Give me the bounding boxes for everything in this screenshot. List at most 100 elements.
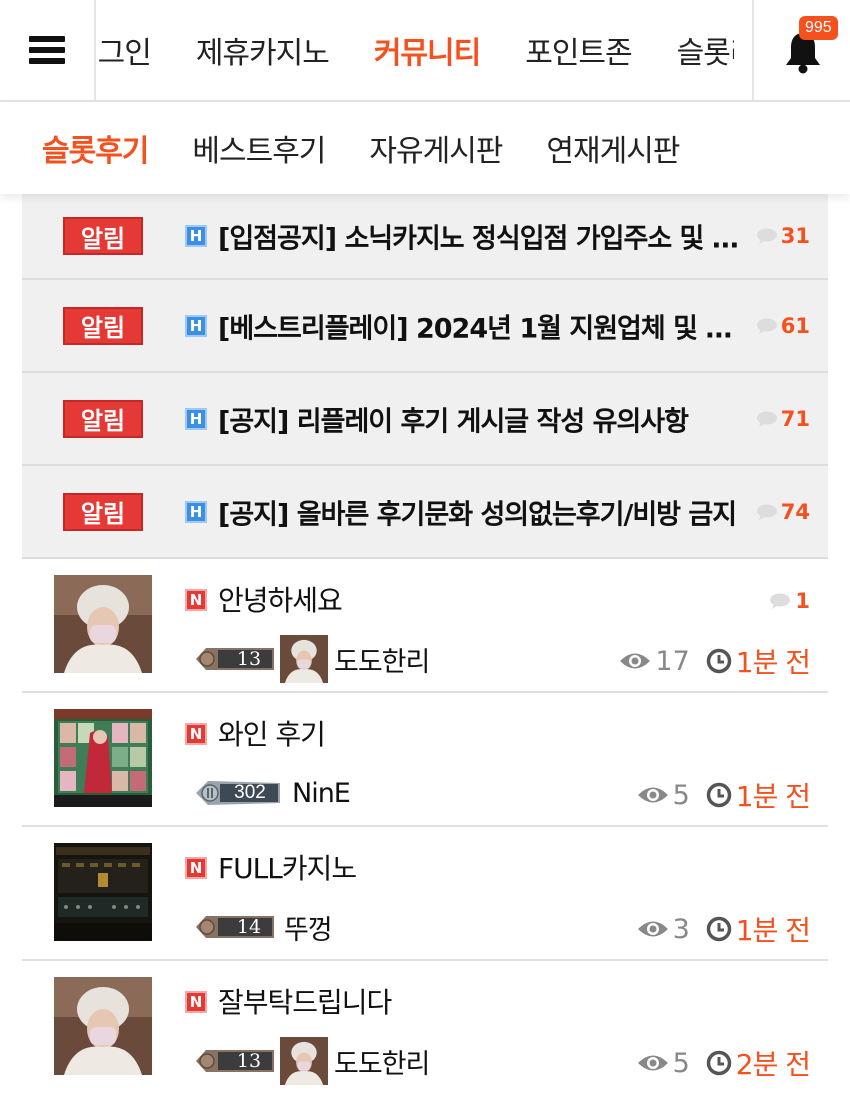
post-time: 2분 전 [735, 1048, 811, 1081]
level-number: 13 [236, 648, 262, 670]
post-stats: 3 1분 전 [637, 907, 811, 951]
post-row[interactable]: N 와인 후기 302 NinE 5 1분 전 [22, 693, 828, 827]
post-title[interactable]: 와인 후기 [218, 713, 326, 753]
comment-bubble-icon [756, 318, 777, 334]
level-badge: 13 [194, 1048, 274, 1074]
author-name[interactable]: 도도한리 [334, 1042, 430, 1081]
comment-bubble-icon [756, 504, 777, 520]
post-stats: 5 2분 전 [637, 1041, 811, 1085]
comment-count: 1 [769, 589, 810, 613]
nav-community[interactable]: 커뮤니티 [374, 28, 481, 72]
comment-count: 31 [756, 224, 810, 248]
notice-row[interactable]: 알림 H [공지] 올바른 후기문화 성의없는후기/비방 금지 74 [22, 466, 828, 559]
post-meta: 13 도도한리 [194, 1037, 430, 1085]
notification-count-badge: 995 [799, 16, 838, 40]
comment-bubble-icon [756, 228, 777, 244]
top-nav: 로그인 제휴카지노 커뮤니티 포인트존 슬롯리뷰 995 [0, 0, 850, 102]
menu-button[interactable] [0, 0, 96, 100]
eye-icon [637, 787, 668, 803]
new-icon: N [185, 991, 207, 1013]
nav-partner-casino[interactable]: 제휴카지노 [196, 28, 330, 72]
post-time: 1분 전 [735, 646, 811, 679]
post-row[interactable]: N FULL카지노 14 뚜껑 3 1분 전 [22, 827, 828, 961]
author-name[interactable]: 뚜껑 [284, 908, 333, 947]
avatar-image [280, 635, 328, 683]
notice-badge: 알림 [63, 492, 143, 531]
notice-title[interactable]: [공지] 리플레이 후기 게시글 작성 유의사항 [218, 399, 748, 438]
post-row[interactable]: N 안녕하세요 1 13 도도한리 17 1분 전 [22, 559, 828, 693]
post-meta: 302 NinE [194, 771, 351, 815]
post-title[interactable]: FULL카지노 [218, 847, 357, 887]
notice-row[interactable]: 알림 H [베스트리플레이] 2024년 1월 지원업체 및 베스트 리플레이 … [22, 280, 828, 373]
post-title[interactable]: 안녕하세요 [218, 579, 343, 619]
eye-icon [637, 1055, 668, 1071]
post-thumbnail[interactable] [54, 977, 152, 1075]
tab-free-board[interactable]: 자유게시판 [369, 126, 503, 170]
sub-nav: 슬롯후기 베스트후기 자유게시판 연재게시판 [0, 102, 850, 194]
level-number: 302 [234, 782, 266, 803]
author-name[interactable]: NinE [292, 778, 351, 809]
clock-icon [706, 1050, 731, 1076]
new-icon: N [185, 723, 207, 745]
post-list: 알림 H [입점공지] 소닉카지노 정식입점 가입주소 및 이벤트 안내 31 … [22, 194, 828, 1094]
notice-title[interactable]: [공지] 올바른 후기문화 성의없는후기/비방 금지 [218, 492, 748, 531]
hot-icon: H [185, 314, 207, 337]
notice-row[interactable]: 알림 H [공지] 리플레이 후기 게시글 작성 유의사항 71 [22, 373, 828, 466]
view-count: 5 [672, 1047, 690, 1079]
comment-count-value: 31 [780, 224, 810, 248]
post-title[interactable]: 잘부탁드립니다 [218, 981, 392, 1021]
level-number: 14 [236, 916, 262, 938]
avatar-image [280, 1037, 328, 1085]
tab-slot-review[interactable]: 슬롯후기 [42, 126, 149, 170]
comment-count: 74 [756, 500, 810, 524]
clock-icon [706, 782, 731, 808]
post-time: 1분 전 [735, 780, 811, 813]
woman-portrait-image [54, 977, 152, 1075]
post-thumbnail[interactable] [54, 843, 152, 941]
post-time: 1분 전 [735, 914, 811, 947]
nav-login[interactable]: 로그인 [98, 28, 152, 72]
hot-icon: H [185, 225, 207, 247]
avatar[interactable] [280, 1037, 328, 1085]
post-stats: 5 1분 전 [637, 773, 811, 817]
comment-count: 71 [756, 407, 810, 431]
new-icon: N [185, 589, 207, 611]
view-count: 3 [672, 913, 690, 945]
notice-badge: 알림 [63, 217, 143, 255]
view-count: 5 [672, 779, 690, 811]
post-row[interactable]: N 잘부탁드립니다 13 도도한리 5 2분 전 [22, 961, 828, 1094]
avatar[interactable] [280, 635, 328, 683]
comment-count-value: 71 [780, 406, 810, 431]
level-badge: 13 [194, 646, 274, 672]
post-stats: 17 1분 전 [619, 639, 811, 683]
post-thumbnail[interactable] [54, 709, 152, 807]
post-meta: 13 도도한리 [194, 635, 430, 683]
notice-badge: 알림 [63, 399, 143, 438]
notice-title[interactable]: [입점공지] 소닉카지노 정식입점 가입주소 및 이벤트 안내 [218, 217, 748, 256]
level-number: 13 [236, 1050, 262, 1072]
clock-icon [706, 648, 731, 674]
comment-bubble-icon [770, 593, 791, 609]
clock-icon [706, 916, 731, 942]
nav-slot-review[interactable]: 슬롯리뷰 [677, 28, 734, 72]
hot-icon: H [185, 500, 207, 523]
casino-game-image [54, 843, 152, 941]
post-thumbnail[interactable] [54, 575, 152, 673]
notice-title[interactable]: [베스트리플레이] 2024년 1월 지원업체 및 베스트 리플레이 [218, 306, 748, 345]
notification-button[interactable]: 995 [752, 0, 850, 100]
nav-point-zone[interactable]: 포인트존 [525, 28, 632, 72]
tab-best-review[interactable]: 베스트후기 [192, 126, 326, 170]
new-icon: N [185, 857, 207, 879]
author-name[interactable]: 도도한리 [334, 640, 430, 679]
comment-count: 61 [756, 314, 810, 338]
comment-count-value: 74 [780, 499, 810, 524]
comment-count-value: 61 [780, 313, 810, 338]
level-badge: 302 [194, 780, 280, 806]
notice-row[interactable]: 알림 H [입점공지] 소닉카지노 정식입점 가입주소 및 이벤트 안내 31 [22, 194, 828, 280]
slot-game-image [54, 709, 152, 807]
main-menu: 로그인 제휴카지노 커뮤니티 포인트존 슬롯리뷰 [98, 0, 734, 100]
view-count: 17 [655, 645, 690, 677]
tab-serial-board[interactable]: 연재게시판 [546, 126, 680, 170]
hamburger-icon [29, 36, 65, 64]
notice-badge: 알림 [63, 306, 143, 345]
